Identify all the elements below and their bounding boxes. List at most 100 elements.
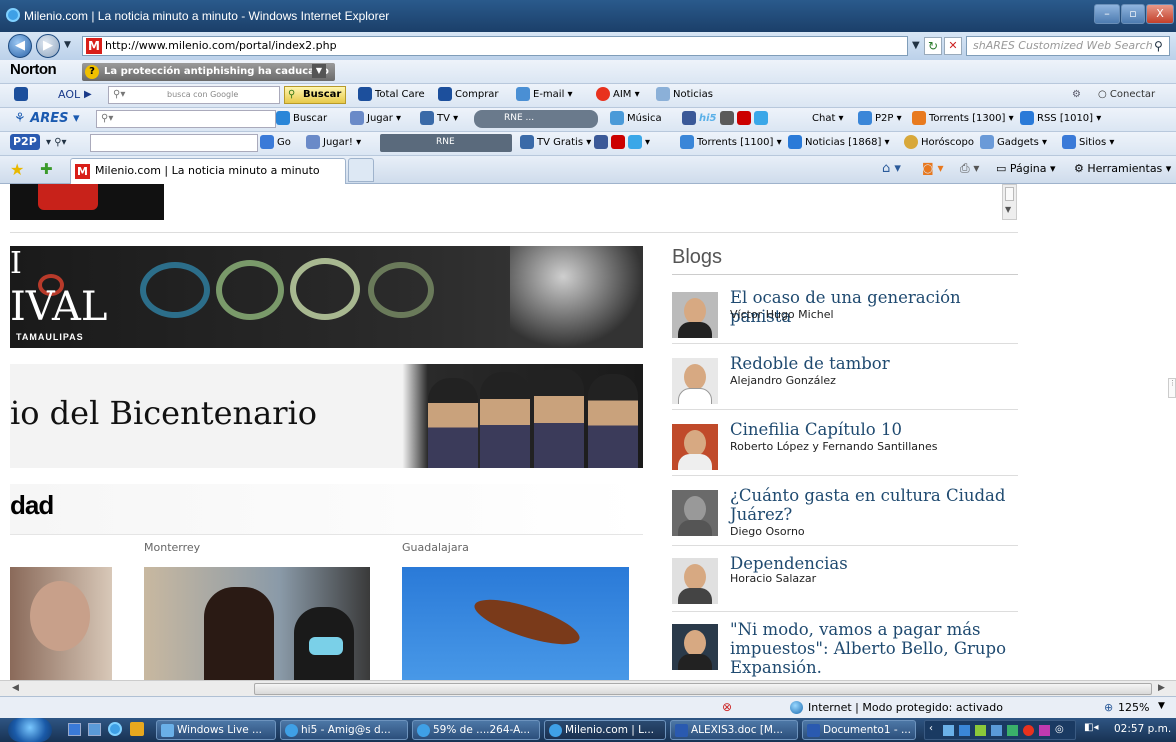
p2p-search-input[interactable]	[90, 134, 258, 152]
add-favorites-icon[interactable]: ✚	[40, 160, 53, 178]
norton-menu-icon[interactable]: ▼	[312, 64, 326, 78]
p2p-item-noticias[interactable]: Noticias [1868] ▾	[788, 135, 890, 151]
ares-item-musica[interactable]: Música	[610, 111, 662, 127]
ares-item-chat[interactable]: Chat ▾	[812, 111, 844, 127]
blog-entry[interactable]: Dependencias Horacio Salazar	[672, 554, 1018, 610]
ares-radio-player[interactable]: RNE ...	[474, 110, 598, 128]
horizontal-scrollbar[interactable]: ◀ ▶	[0, 680, 1176, 696]
aol-arrow-icon[interactable]: ▶	[84, 87, 92, 103]
url-dropdown-icon[interactable]: ▼	[912, 40, 920, 51]
scroll-down-icon[interactable]: ▼	[1005, 205, 1011, 214]
news-photo[interactable]	[10, 567, 112, 680]
zoom-dropdown-icon[interactable]: ▼	[1158, 701, 1165, 711]
tray-icon[interactable]	[1007, 725, 1018, 736]
clock[interactable]: 02:57 p.m.	[1114, 723, 1171, 735]
guadalajara-photo[interactable]	[402, 567, 629, 680]
new-tab-button[interactable]	[348, 158, 374, 182]
festival-banner[interactable]: I IVAL TAMAULIPAS	[10, 246, 643, 348]
tray-icon[interactable]	[959, 725, 970, 736]
p2p-item-go[interactable]: Go	[260, 135, 291, 151]
ares-item-p2p[interactable]: P2P ▾	[858, 111, 902, 127]
tab-milenio[interactable]: M Milenio.com | La noticia minuto a minu…	[70, 158, 346, 184]
show-desktop-icon[interactable]	[68, 723, 81, 736]
aol-search-input[interactable]: ⚲▾ busca con Google	[108, 86, 280, 104]
minimize-button[interactable]: –	[1094, 4, 1120, 24]
horizontal-scrollbar-thumb[interactable]	[254, 683, 1152, 695]
p2p-item-tvgratis[interactable]: TV Gratis ▾	[520, 135, 591, 151]
home-icon[interactable]: ⌂ ▾	[882, 161, 901, 176]
blog-title[interactable]: ¿Cuánto gasta en cultura Ciudad Juárez?	[730, 486, 1020, 524]
history-dropdown-icon[interactable]: ▼	[64, 40, 71, 50]
favorites-star-icon[interactable]: ★	[10, 160, 24, 179]
tools-menu[interactable]: ⚙ Herramientas ▾	[1074, 162, 1171, 175]
p2p-item-gadgets[interactable]: Gadgets ▾	[980, 135, 1047, 151]
p2p-item-torrents[interactable]: Torrents [1100] ▾	[680, 135, 782, 151]
switch-windows-icon[interactable]	[88, 723, 101, 736]
scroll-right-icon[interactable]: ▶	[1158, 683, 1165, 693]
ares-item-jugar[interactable]: Jugar ▾	[350, 111, 401, 127]
tray-icon[interactable]	[991, 725, 1002, 736]
task-windows-live[interactable]: Windows Live ...	[156, 720, 276, 740]
bicentenario-banner[interactable]: io del Bicentenario	[10, 364, 643, 468]
aol-brand[interactable]: AOL	[58, 87, 80, 103]
url-field[interactable]: M http://www.milenio.com/portal/index2.p…	[82, 36, 908, 56]
page-side-handle[interactable]: ⋮	[1168, 378, 1176, 398]
ares-item-torrents[interactable]: Torrents [1300] ▾	[912, 111, 1014, 127]
media-quicklaunch-icon[interactable]	[130, 722, 144, 736]
blog-title[interactable]: Dependencias	[730, 554, 1020, 573]
p2p-item-horoscopo[interactable]: Horóscopo	[904, 135, 974, 151]
feeds-icon[interactable]: ◙ ▾	[922, 161, 943, 175]
aol-item-email[interactable]: E-mail ▾	[516, 87, 573, 103]
blog-entry[interactable]: Redoble de tambor Alejandro González	[672, 354, 1018, 410]
task-alexis-doc[interactable]: ALEXIS3.doc [M...	[670, 720, 798, 740]
ie-quicklaunch-icon[interactable]	[108, 722, 122, 736]
p2p-item-sitios[interactable]: Sitios ▾	[1062, 135, 1114, 151]
tray-icon[interactable]	[1039, 725, 1050, 736]
aol-item-total-care[interactable]: Total Care	[358, 87, 425, 103]
blog-entry[interactable]: ¿Cuánto gasta en cultura Ciudad Juárez? …	[672, 486, 1018, 542]
stop-icon[interactable]: ✕	[944, 37, 962, 55]
blog-title[interactable]: Redoble de tambor	[730, 354, 1020, 373]
blog-title[interactable]: Cinefilia Capítulo 10	[730, 420, 1020, 439]
hp-icon[interactable]	[14, 87, 28, 101]
p2p-radio-player[interactable]: RNE	[380, 134, 512, 152]
ares-search-input[interactable]: ⚲▾	[96, 110, 276, 128]
popup-blocker-icon[interactable]: ⊗	[722, 700, 732, 714]
blog-title[interactable]: "Ni modo, vamos a pagar más impuestos": …	[730, 620, 1020, 677]
tray-icon[interactable]	[975, 725, 986, 736]
p2p-menu-icon[interactable]: ▾ ⚲▾	[46, 135, 67, 151]
close-button[interactable]: X	[1146, 4, 1174, 24]
start-button[interactable]	[8, 718, 52, 742]
search-icon[interactable]: ⚲	[1154, 39, 1163, 53]
blog-entry[interactable]: "Ni modo, vamos a pagar más impuestos": …	[672, 620, 1018, 680]
web-search-input[interactable]: shARES Customized Web Search	[966, 36, 1170, 56]
inner-scrollbar[interactable]: ▼	[1002, 184, 1017, 220]
maximize-button[interactable]: ▫	[1121, 4, 1145, 24]
monterrey-photo[interactable]	[144, 567, 370, 680]
p2p-item-jugar[interactable]: Jugar! ▾	[306, 135, 361, 151]
ares-social-icons[interactable]: hi5	[682, 111, 771, 127]
tray-icon[interactable]	[1023, 725, 1034, 736]
print-icon[interactable]: ⎙ ▾	[960, 161, 979, 176]
tray-network-icon[interactable]: ◎	[1055, 724, 1064, 735]
aol-item-aim[interactable]: AIM ▾	[596, 87, 640, 103]
ares-brand[interactable]: ⚘ ARES ▾	[14, 111, 80, 127]
blog-entry[interactable]: Cinefilia Capítulo 10 Roberto López y Fe…	[672, 420, 1018, 476]
tray-icon[interactable]	[943, 725, 954, 736]
security-zone[interactable]: Internet | Modo protegido: activado	[808, 701, 1003, 714]
p2p-brand[interactable]: P2P	[10, 134, 40, 150]
p2p-social-icons[interactable]: ▾	[594, 135, 650, 151]
ares-item-rss[interactable]: RSS [1010] ▾	[1020, 111, 1101, 127]
aol-search-button[interactable]: ⚲ Buscar	[284, 86, 347, 104]
settings-gear-icon[interactable]: ⚙	[1072, 87, 1081, 103]
inner-scrollbar-thumb[interactable]	[1005, 187, 1014, 201]
back-button[interactable]: ◀	[8, 34, 32, 58]
blog-entry[interactable]: El ocaso de una generación panista Vícto…	[672, 288, 1018, 344]
task-hi5[interactable]: hi5 - Amig@s d...	[280, 720, 408, 740]
task-milenio[interactable]: Milenio.com | L...	[544, 720, 666, 740]
ares-item-tv[interactable]: TV ▾	[420, 111, 458, 127]
tray-expand-icon[interactable]: ‹	[929, 723, 933, 734]
volume-icon[interactable]: ◧◂	[1084, 722, 1098, 733]
scroll-left-icon[interactable]: ◀	[12, 683, 19, 693]
ares-item-buscar[interactable]: Buscar	[276, 111, 327, 127]
